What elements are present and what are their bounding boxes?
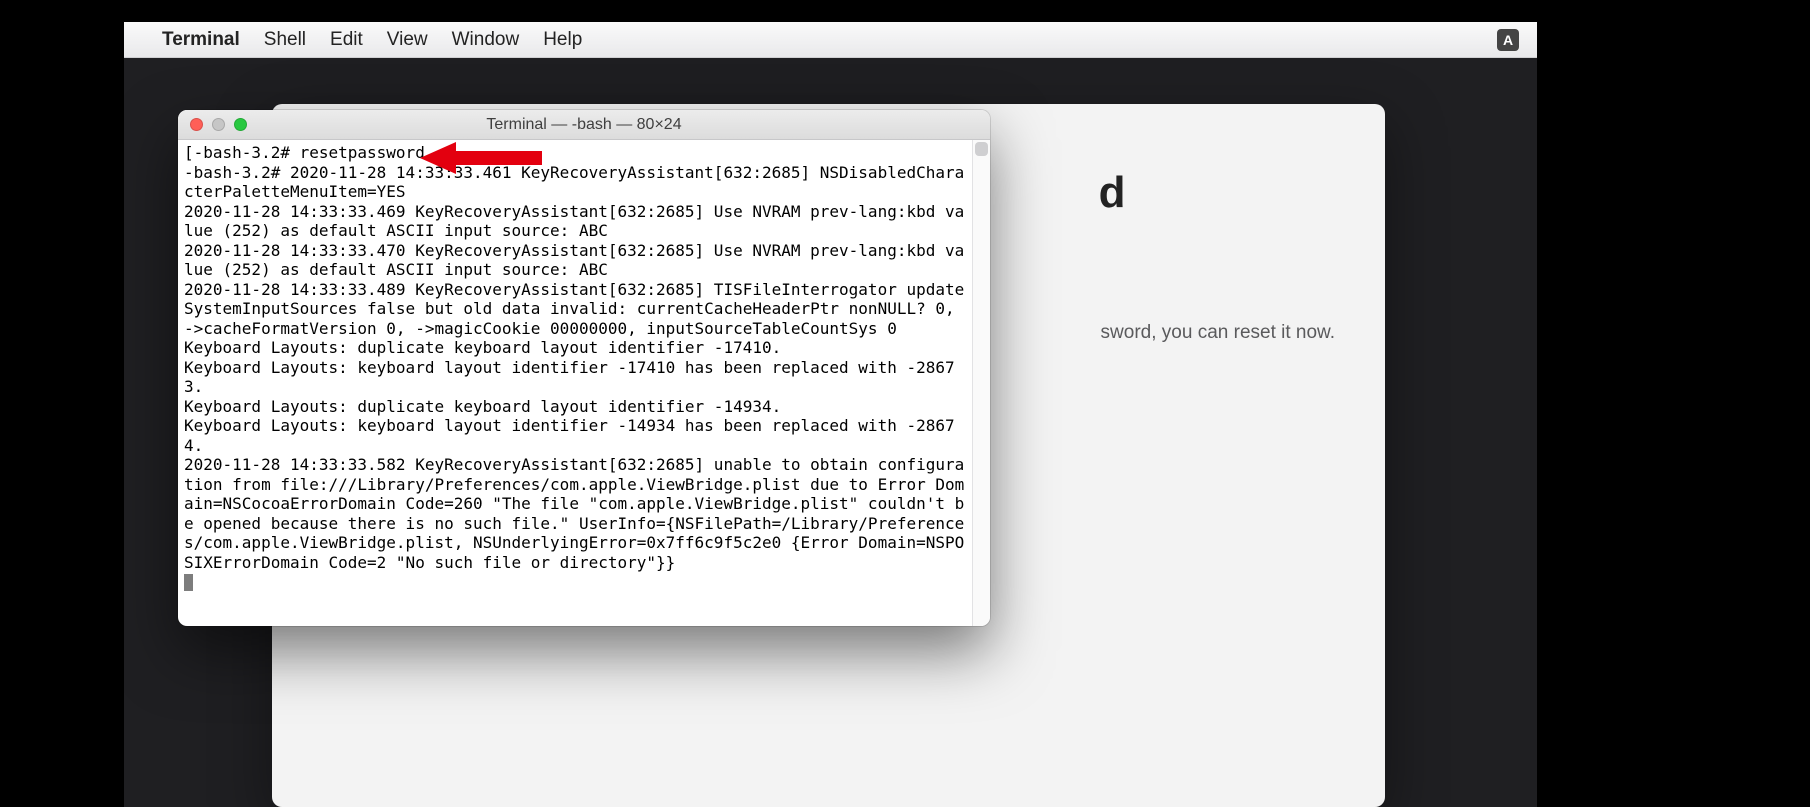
scroll-thumb[interactable] [975, 142, 988, 156]
terminal-title: Terminal — -bash — 80×24 [178, 116, 990, 134]
minimize-button[interactable] [212, 118, 225, 131]
menu-bar: Terminal Shell Edit View Window Help A [124, 22, 1537, 58]
menu-view[interactable]: View [387, 29, 428, 51]
maximize-button[interactable] [234, 118, 247, 131]
terminal-body: [-bash-3.2# resetpassword -bash-3.2# 202… [178, 140, 990, 626]
bg-title-fragment: d [1099, 168, 1125, 218]
terminal-window: Terminal — -bash — 80×24 [-bash-3.2# res… [178, 110, 990, 626]
close-button[interactable] [190, 118, 203, 131]
bg-subtitle-fragment: sword, you can reset it now. [1101, 322, 1335, 344]
terminal-titlebar[interactable]: Terminal — -bash — 80×24 [178, 110, 990, 140]
terminal-cursor [184, 574, 193, 591]
terminal-output[interactable]: [-bash-3.2# resetpassword -bash-3.2# 202… [178, 140, 972, 626]
menu-help[interactable]: Help [543, 29, 582, 51]
menu-window[interactable]: Window [452, 29, 520, 51]
desktop: Terminal Shell Edit View Window Help A d… [124, 22, 1537, 807]
terminal-scrollbar[interactable] [972, 140, 990, 626]
menu-shell[interactable]: Shell [264, 29, 306, 51]
input-source-indicator[interactable]: A [1497, 29, 1519, 51]
menu-edit[interactable]: Edit [330, 29, 363, 51]
traffic-lights [178, 118, 247, 131]
menu-app-name[interactable]: Terminal [162, 29, 240, 51]
